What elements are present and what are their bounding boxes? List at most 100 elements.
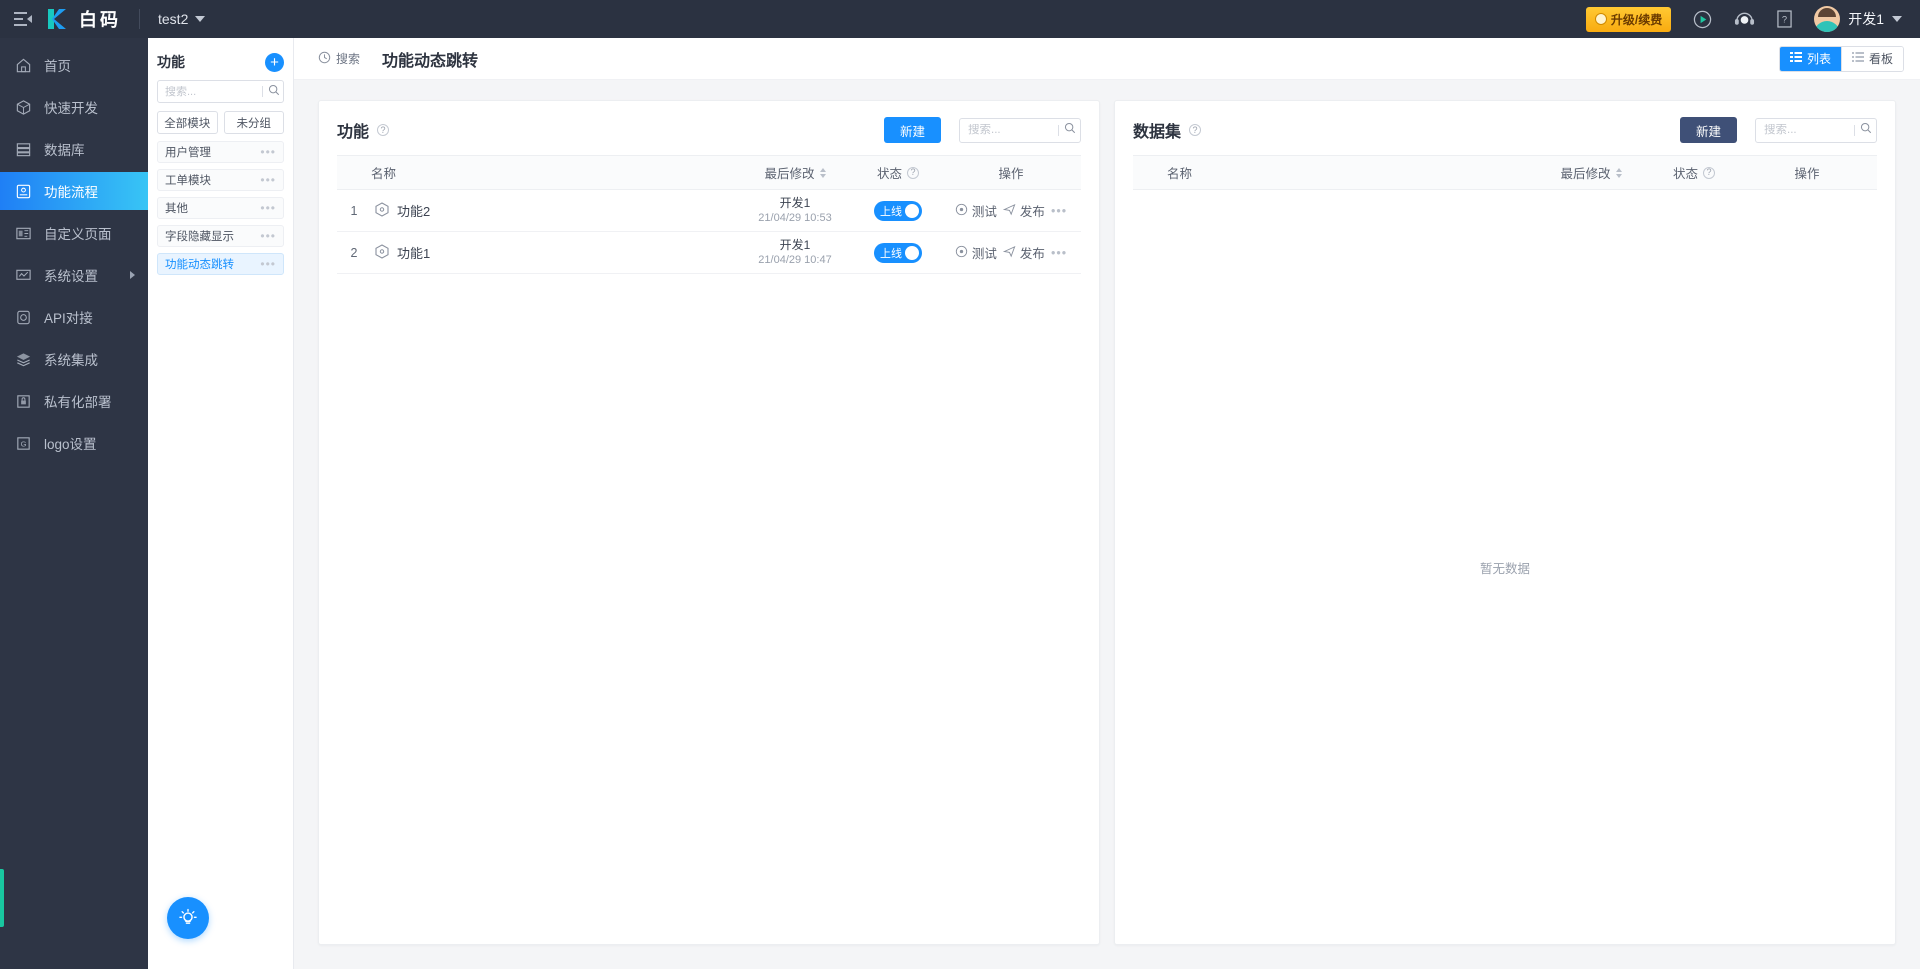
publish-action[interactable]: 发布 [1002, 243, 1045, 262]
module-item-menu-icon[interactable]: ••• [260, 174, 276, 186]
view-toggle-list[interactable]: 列表 [1779, 46, 1841, 71]
sidebar-item-private-deploy[interactable]: 私有化部署 [0, 382, 148, 420]
col-last-modified[interactable]: 最后修改 [735, 155, 855, 190]
sidebar-item-label: logo设置 [44, 437, 97, 452]
module-item-label: 其他 [165, 203, 188, 215]
row-modifier: 开发1 [779, 237, 811, 252]
function-new-button[interactable]: 新建 [883, 117, 941, 143]
sidebar-item-database[interactable]: 数据库 [0, 130, 148, 168]
add-module-button[interactable]: + [265, 52, 284, 72]
col-actions-label: 操作 [998, 167, 1024, 181]
sidebar-item-system-integration[interactable]: 系统集成 [0, 340, 148, 378]
main-header: 搜索 功能动态跳转 列表 看板 [294, 38, 1920, 80]
module-item-ticket[interactable]: 工单模块 ••• [157, 169, 284, 191]
dataset-new-button[interactable]: 新建 [1679, 117, 1737, 143]
headset-icon[interactable] [1734, 11, 1755, 27]
module-item-menu-icon[interactable]: ••• [260, 202, 276, 214]
col-name: 名称 [371, 155, 735, 190]
module-item-dynamic-jump[interactable]: 功能动态跳转 ••• [157, 253, 284, 275]
sidebar-item-label: 系统集成 [44, 353, 98, 368]
sidebar-item-quick-dev[interactable]: 快速开发 [0, 88, 148, 126]
row-more-menu-icon[interactable]: ••• [1051, 246, 1067, 260]
table-row[interactable]: 1 功能2 开发1 21/04/29 10:53 上线 测试 发布 ••• [337, 189, 1081, 232]
function-card: 功能 ? 新建 搜索... 名称 最后修改 状态 ? 操作 1 功能2 开发1 … [318, 100, 1100, 945]
question-icon[interactable]: ? [1703, 166, 1715, 179]
module-item-menu-icon[interactable]: ••• [260, 258, 276, 270]
row-status: 上线 [855, 189, 941, 232]
table-header-row: 名称 最后修改 状态 ? 操作 [1133, 155, 1877, 190]
col-last-modified[interactable]: 最后修改 [1531, 155, 1651, 190]
table-row[interactable]: 2 功能1 开发1 21/04/29 10:47 上线 测试 发布 ••• [337, 231, 1081, 274]
search-icon[interactable] [1860, 121, 1872, 139]
sidebar-item-api[interactable]: API对接 [0, 298, 148, 336]
settings-monitor-icon [15, 267, 32, 284]
row-modified-time: 21/04/29 10:53 [758, 212, 832, 225]
module-tab-all[interactable]: 全部模块 [157, 111, 218, 134]
function-search-input[interactable] [968, 124, 1053, 136]
content-area: 功能 ? 新建 搜索... 名称 最后修改 状态 ? 操作 1 功能2 开发1 … [294, 80, 1920, 969]
dataset-search[interactable] [1755, 117, 1877, 143]
sort-icon[interactable] [819, 167, 826, 178]
test-action[interactable]: 测试 [955, 201, 997, 220]
module-search[interactable] [157, 80, 284, 103]
play-circle-icon [955, 245, 968, 261]
sidebar-item-function-flow[interactable]: 功能流程 [0, 172, 148, 210]
module-search-input[interactable] [165, 85, 257, 98]
status-toggle[interactable]: 上线 [874, 200, 922, 221]
function-search[interactable] [959, 117, 1081, 143]
test-action-label: 测试 [971, 205, 997, 219]
module-tab-ungrouped[interactable]: 未分组 [223, 111, 284, 134]
flow-icon [15, 183, 32, 200]
sort-icon[interactable] [1615, 167, 1622, 178]
dataset-search-input[interactable] [1764, 124, 1849, 136]
sidebar-item-home[interactable]: 首页 [0, 46, 148, 84]
module-item-label: 工单模块 [165, 175, 211, 187]
sidebar-item-logo-settings[interactable]: G logo设置 [0, 424, 148, 462]
sidebar-resize-handle[interactable] [0, 869, 4, 927]
publish-action[interactable]: 发布 [1002, 201, 1045, 220]
play-circle-icon[interactable] [1693, 10, 1712, 29]
module-item-user-management[interactable]: 用户管理 ••• [157, 141, 284, 163]
row-name-cell: 功能2 [371, 189, 735, 232]
search-icon[interactable] [268, 83, 280, 101]
module-item-label: 功能动态跳转 [165, 259, 234, 271]
breadcrumb[interactable]: 搜索 [318, 50, 360, 67]
status-toggle[interactable]: 上线 [874, 242, 922, 263]
divider [262, 86, 263, 97]
row-status: 上线 [855, 231, 941, 274]
sidebar-item-system-settings[interactable]: 系统设置 [0, 256, 148, 294]
module-item-field-hide-show[interactable]: 字段隐藏显示 ••• [157, 225, 284, 247]
menu-collapse-icon[interactable] [0, 12, 46, 26]
module-item-other[interactable]: 其他 ••• [157, 197, 284, 219]
row-modified-time: 21/04/29 10:47 [758, 254, 832, 267]
help-doc-icon[interactable]: ? [1777, 10, 1792, 28]
upgrade-label: 升级/续费 [1610, 12, 1663, 27]
publish-action-label: 发布 [1019, 205, 1045, 219]
dataset-table-head: 名称 最后修改 状态 ? 操作 [1133, 155, 1877, 190]
module-item-menu-icon[interactable]: ••• [260, 230, 276, 242]
project-name: test2 [158, 11, 189, 27]
module-item-menu-icon[interactable]: ••• [260, 146, 276, 158]
sidebar: 首页 快速开发 数据库 功能流程 自定义页面 系统设置 API对接 系统集成 私… [0, 38, 148, 969]
dataset-table: 名称 最后修改 状态 ? 操作 [1133, 155, 1877, 190]
function-table: 名称 最后修改 状态 ? 操作 1 功能2 开发1 21/04/29 10:53… [337, 155, 1081, 274]
history-clock-icon [318, 51, 331, 67]
upgrade-button[interactable]: 升级/续费 [1585, 6, 1672, 32]
user-menu[interactable]: 开发1 [1814, 6, 1902, 32]
row-more-menu-icon[interactable]: ••• [1051, 204, 1067, 218]
question-icon[interactable]: ? [1189, 124, 1202, 136]
row-actions: 测试 发布 ••• [941, 189, 1081, 232]
view-toggle-board[interactable]: 看板 [1840, 46, 1903, 71]
question-icon[interactable]: ? [377, 124, 390, 136]
search-icon[interactable] [1064, 121, 1076, 139]
sidebar-item-label: 系统设置 [44, 269, 98, 284]
chevron-down-icon [195, 16, 206, 22]
app-logo[interactable]: 白码 [46, 6, 139, 32]
test-action[interactable]: 测试 [955, 243, 997, 262]
sidebar-item-custom-page[interactable]: 自定义页面 [0, 214, 148, 252]
question-icon[interactable]: ? [907, 166, 919, 179]
lightbulb-icon[interactable] [167, 897, 209, 939]
module-panel: 功能 + 全部模块 未分组 用户管理 ••• 工单模块 ••• 其他 [148, 38, 294, 969]
project-selector[interactable]: test2 [140, 11, 223, 27]
